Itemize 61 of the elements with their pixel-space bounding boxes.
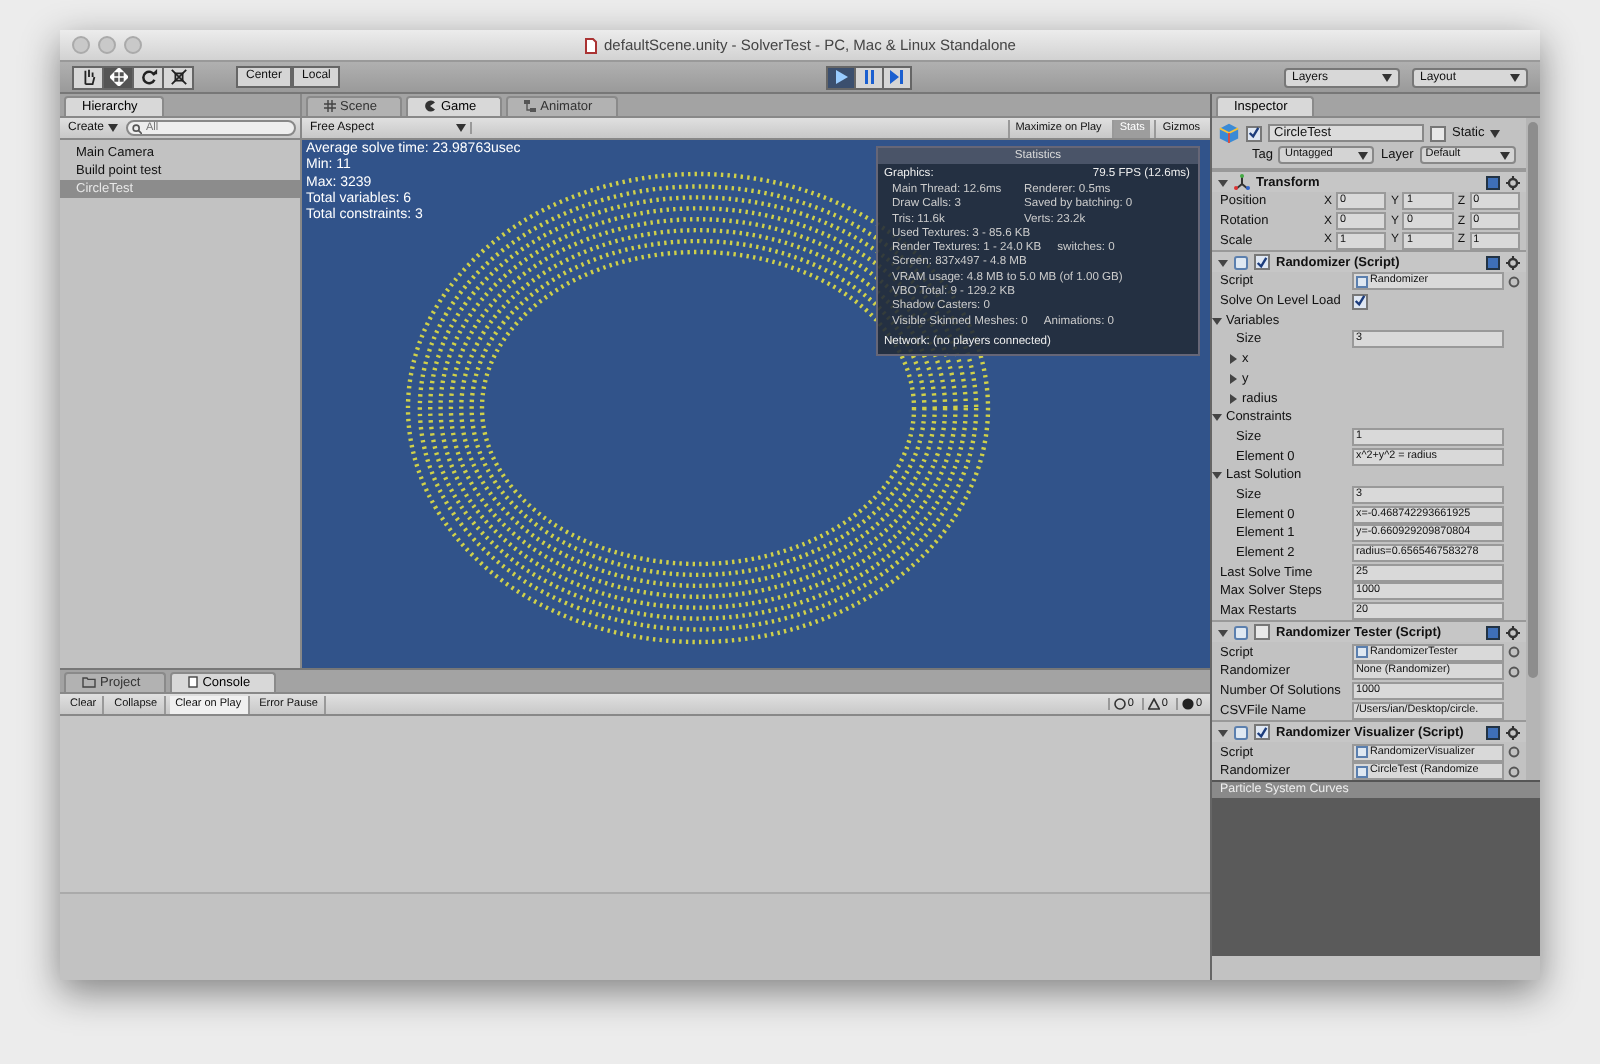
gear-icon[interactable] bbox=[1506, 725, 1520, 740]
play-icon bbox=[834, 70, 849, 84]
gear-icon[interactable] bbox=[1506, 625, 1520, 640]
step-button[interactable] bbox=[882, 65, 913, 89]
script-icon bbox=[1234, 725, 1248, 740]
caret-icon bbox=[456, 124, 466, 132]
pause-icon bbox=[862, 70, 877, 84]
gear-icon[interactable] bbox=[1506, 175, 1520, 189]
expanded-triangle-icon[interactable] bbox=[1218, 727, 1228, 738]
nodes-icon bbox=[524, 99, 537, 111]
hand-icon bbox=[79, 68, 97, 86]
book-icon[interactable] bbox=[1486, 175, 1500, 189]
caret-icon bbox=[1499, 151, 1510, 159]
step-icon bbox=[890, 70, 905, 84]
script-icon bbox=[1356, 275, 1368, 288]
book-icon[interactable] bbox=[1486, 725, 1500, 740]
cross-arrows-icon bbox=[169, 68, 187, 86]
axes-icon bbox=[1234, 174, 1250, 190]
checkbox[interactable] bbox=[1254, 254, 1270, 271]
caret-icon bbox=[108, 124, 119, 132]
script-icon bbox=[1234, 625, 1248, 640]
checkbox[interactable] bbox=[1430, 125, 1446, 141]
caret-icon bbox=[1490, 129, 1501, 137]
collapsed-triangle-icon[interactable] bbox=[1228, 373, 1238, 384]
book-icon[interactable] bbox=[1486, 255, 1500, 270]
book-icon[interactable] bbox=[1486, 625, 1500, 640]
expanded-triangle-icon[interactable] bbox=[1218, 177, 1228, 187]
checkbox[interactable] bbox=[1254, 624, 1270, 641]
rotate-tool-button[interactable] bbox=[132, 65, 164, 89]
script-icon bbox=[1234, 255, 1248, 270]
checkbox[interactable] bbox=[1246, 125, 1262, 141]
cube-icon bbox=[1218, 122, 1240, 144]
expanded-triangle-icon[interactable] bbox=[1212, 470, 1222, 481]
expanded-triangle-icon[interactable] bbox=[1212, 315, 1222, 326]
gear-icon[interactable] bbox=[1506, 255, 1520, 270]
collapsed-triangle-icon[interactable] bbox=[1228, 393, 1238, 404]
search-icon bbox=[132, 124, 143, 134]
circular-arrow-icon bbox=[139, 68, 157, 86]
pacman-icon bbox=[424, 99, 437, 111]
document-icon bbox=[188, 675, 199, 687]
document-icon bbox=[584, 37, 599, 53]
hand-tool-button[interactable] bbox=[72, 65, 104, 89]
caret-icon bbox=[1358, 151, 1369, 159]
script-icon bbox=[1356, 646, 1368, 659]
checkbox[interactable] bbox=[1352, 293, 1368, 310]
caret-icon bbox=[1382, 73, 1392, 81]
checkbox[interactable] bbox=[1254, 724, 1270, 741]
expanded-triangle-icon[interactable] bbox=[1218, 627, 1228, 638]
expanded-triangle-icon[interactable] bbox=[1212, 412, 1222, 423]
four-arrows-icon bbox=[109, 68, 127, 86]
caret-icon bbox=[1510, 73, 1520, 81]
collapsed-triangle-icon[interactable] bbox=[1228, 354, 1238, 365]
play-button[interactable] bbox=[826, 65, 857, 89]
pause-button[interactable] bbox=[854, 65, 885, 89]
scrollbar[interactable] bbox=[1526, 118, 1540, 780]
move-tool-button[interactable] bbox=[102, 65, 134, 89]
scale-tool-button[interactable] bbox=[162, 65, 194, 89]
object-picker-icon[interactable] bbox=[1508, 275, 1520, 288]
expanded-triangle-icon[interactable] bbox=[1218, 257, 1228, 268]
folder-icon bbox=[82, 675, 96, 687]
grid-icon bbox=[324, 99, 336, 111]
